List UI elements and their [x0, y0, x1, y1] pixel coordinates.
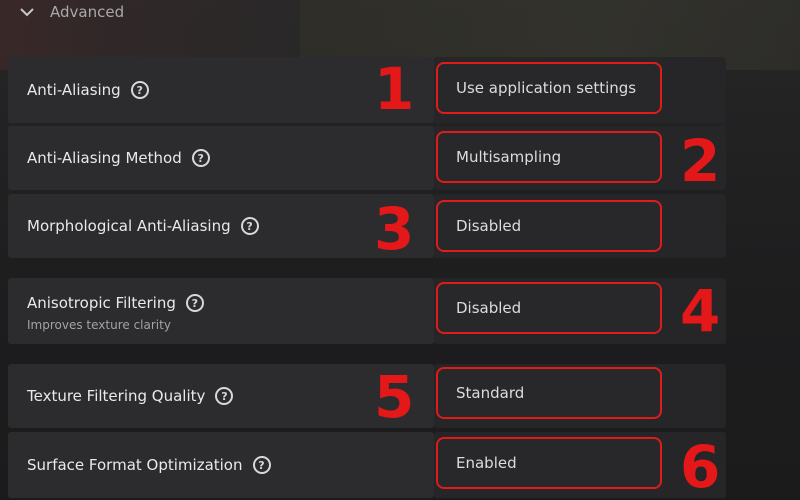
setting-row-anti-aliasing-method: Anti-Aliasing Method ? — [8, 126, 434, 190]
setting-label: Anti-Aliasing — [27, 81, 121, 99]
setting-row-anti-aliasing: Anti-Aliasing ? — [8, 57, 434, 123]
setting-label: Anisotropic Filtering — [27, 294, 176, 312]
setting-row-texture-filtering-quality: Texture Filtering Quality ? — [8, 364, 434, 428]
annotation-marker: 6 — [680, 433, 721, 500]
setting-description: Improves texture clarity — [27, 318, 171, 332]
help-icon[interactable]: ? — [215, 387, 234, 405]
help-icon[interactable]: ? — [191, 149, 210, 167]
annotation-marker: 3 — [374, 195, 415, 263]
texture-filtering-quality-dropdown[interactable]: Standard — [436, 367, 662, 419]
help-icon[interactable]: ? — [185, 294, 204, 312]
anti-aliasing-method-dropdown[interactable]: Multisampling — [436, 131, 662, 183]
annotation-marker: 4 — [680, 277, 721, 345]
help-icon[interactable]: ? — [130, 81, 149, 99]
surface-format-optimization-dropdown[interactable]: Enabled — [436, 437, 662, 489]
help-icon[interactable]: ? — [240, 217, 259, 235]
chevron-down-icon[interactable] — [18, 3, 36, 21]
setting-label: Morphological Anti-Aliasing — [27, 217, 231, 235]
setting-label: Anti-Aliasing Method — [27, 149, 182, 167]
setting-row-morphological-anti-aliasing: Morphological Anti-Aliasing ? — [8, 194, 434, 258]
setting-row-anisotropic-filtering: Anisotropic Filtering ? Improves texture… — [8, 278, 434, 344]
annotation-marker: 1 — [374, 55, 415, 123]
help-icon[interactable]: ? — [252, 456, 271, 474]
section-title: Advanced — [50, 3, 125, 21]
morphological-anti-aliasing-dropdown[interactable]: Disabled — [436, 200, 662, 252]
setting-label: Texture Filtering Quality — [27, 387, 206, 405]
settings-page: Advanced Anti-Aliasing ? Use application… — [0, 0, 800, 500]
setting-row-surface-format-optimization: Surface Format Optimization ? — [8, 432, 434, 498]
anisotropic-filtering-dropdown[interactable]: Disabled — [436, 282, 662, 334]
setting-label: Surface Format Optimization — [27, 456, 243, 474]
annotation-marker: 2 — [680, 127, 721, 195]
annotation-marker: 5 — [374, 363, 415, 431]
advanced-section-header[interactable]: Advanced — [18, 0, 124, 24]
anti-aliasing-dropdown[interactable]: Use application settings — [436, 62, 662, 114]
